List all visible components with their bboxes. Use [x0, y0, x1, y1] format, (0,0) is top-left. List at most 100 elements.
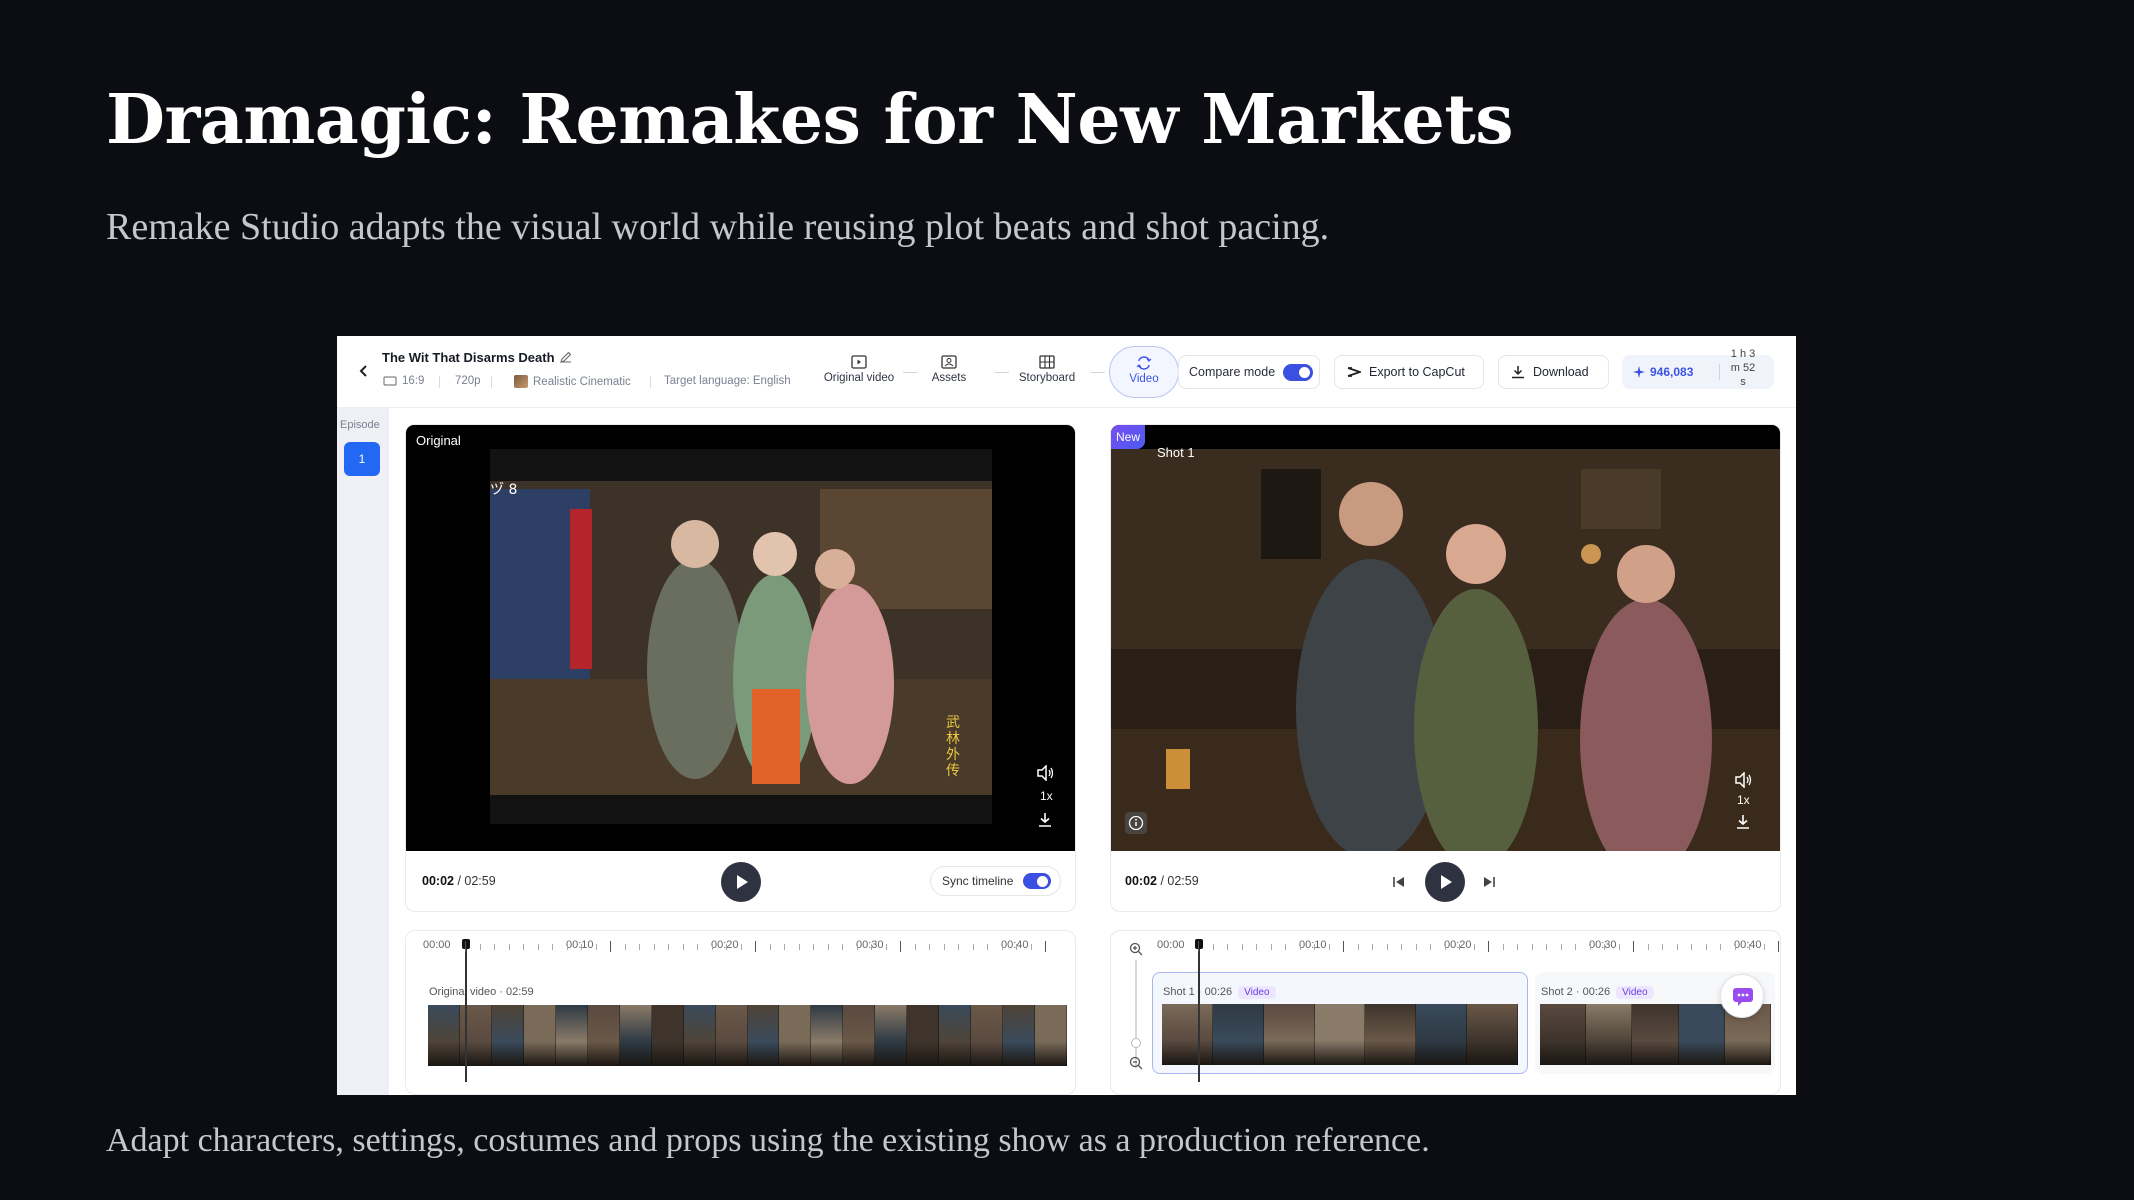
new-video-player[interactable]: New Shot 1 1x [1111, 425, 1780, 851]
divider [650, 376, 651, 388]
new-play-button[interactable] [1425, 862, 1465, 902]
ruler-tick [1488, 941, 1489, 952]
ruler-tick [465, 941, 466, 952]
ruler-tick [1720, 944, 1721, 950]
playhead-handle[interactable] [462, 939, 470, 949]
clip-label: Shot 2 · 00:26 Video [1541, 986, 1654, 999]
compare-mode-toggle[interactable]: Compare mode [1178, 355, 1320, 389]
ruler-tick [1473, 944, 1475, 950]
zoom-in-icon[interactable] [1129, 942, 1143, 956]
playback-speed[interactable]: 1x [1737, 793, 1750, 807]
playback-speed[interactable]: 1x [1040, 789, 1053, 803]
divider [491, 376, 492, 388]
film-frame [875, 1005, 908, 1066]
film-frame [1212, 1004, 1264, 1065]
back-arrow-icon[interactable] [355, 362, 373, 380]
clip-title: Shot 2 · 00:26 [1541, 986, 1611, 998]
playhead-handle[interactable] [1195, 939, 1203, 949]
divider [1719, 364, 1720, 380]
export-capcut-button[interactable]: Export to CapCut [1334, 355, 1484, 389]
film-frame [939, 1005, 972, 1066]
credits-value: 946,083 [1650, 365, 1694, 379]
ruler-tick [1444, 944, 1446, 950]
film-frame [523, 1005, 556, 1066]
credits-badge[interactable]: 946,083 1 h 3 m 52 s [1622, 348, 1774, 389]
ruler-tick [697, 944, 698, 950]
step-storyboard[interactable]: Storyboard [1007, 346, 1087, 398]
skip-previous-icon[interactable] [1392, 875, 1406, 889]
style-thumbnail [514, 375, 528, 388]
ruler-tick [856, 944, 858, 950]
ruler-tick [1546, 944, 1547, 950]
zoom-slider-handle[interactable] [1131, 1038, 1141, 1048]
zoom-slider[interactable] [1135, 960, 1137, 1068]
edit-pencil-icon[interactable] [559, 350, 573, 364]
original-play-button[interactable] [721, 862, 761, 902]
ruler-tick [1227, 944, 1228, 950]
step-assets[interactable]: Assets [913, 346, 985, 398]
sync-timeline-toggle[interactable]: Sync timeline [930, 866, 1061, 896]
volume-icon[interactable] [1036, 765, 1054, 781]
style-preset: Realistic Cinematic [514, 375, 631, 388]
zoom-out-icon[interactable] [1129, 1056, 1143, 1070]
step-original-video[interactable]: Original video [817, 346, 901, 398]
ruler-tick [1386, 944, 1388, 950]
film-frame [1003, 1005, 1036, 1066]
original-playhead[interactable] [465, 942, 467, 1082]
ruler-tick [726, 944, 727, 950]
original-video-player[interactable]: Original ヅ 8 武林外传 1x [406, 425, 1075, 851]
capcut-icon [1347, 367, 1361, 377]
download-icon[interactable] [1037, 812, 1053, 828]
download-icon[interactable] [1735, 814, 1751, 830]
ruler-tick [1256, 944, 1257, 950]
film-frame [1467, 1004, 1518, 1065]
ruler-tick [1328, 944, 1330, 950]
download-button[interactable]: Download [1498, 355, 1609, 389]
ruler-tick [1691, 944, 1692, 950]
chat-button[interactable] [1720, 974, 1764, 1018]
film-frame [779, 1005, 812, 1066]
sparkle-icon [1633, 366, 1645, 378]
target-language: Target language: English [664, 375, 791, 387]
new-playhead[interactable] [1198, 942, 1200, 1082]
video-icon [1136, 356, 1152, 370]
ruler-tick [769, 944, 771, 950]
current-time: 00:02 [1125, 874, 1157, 888]
new-video-frame [1111, 449, 1780, 851]
step-label: Video [1129, 373, 1159, 385]
current-time: 00:02 [422, 874, 454, 888]
ruler-tick [581, 944, 582, 950]
sync-timeline-switch[interactable] [1023, 873, 1051, 889]
film-frame [1263, 1004, 1315, 1065]
shot-1-filmstrip[interactable] [1162, 1004, 1518, 1065]
ruler-tick [798, 944, 800, 950]
compare-mode-switch[interactable] [1283, 364, 1313, 381]
video-badge: Video [1616, 986, 1654, 999]
episode-1-button[interactable]: 1 [344, 442, 380, 476]
download-icon [1512, 366, 1524, 379]
episode-sidebar [337, 408, 389, 1095]
film-frame [843, 1005, 876, 1066]
volume-icon[interactable] [1734, 772, 1752, 788]
film-icon [851, 355, 867, 369]
step-video[interactable]: Video [1109, 346, 1179, 398]
ruler-tick [639, 944, 640, 950]
ruler-tick [1560, 944, 1562, 950]
ruler-tick [842, 944, 843, 950]
clip-label: Shot 1 · 00:26Video [1163, 986, 1276, 999]
film-frame [1314, 1004, 1366, 1065]
film-frame [1365, 1004, 1417, 1065]
ruler-tick [624, 944, 626, 950]
ruler-tick [1270, 944, 1272, 950]
credit-timer: 1 h 3 m 52 s [1722, 347, 1764, 389]
ruler-tick [1241, 944, 1243, 950]
skip-next-icon[interactable] [1482, 875, 1496, 889]
ruler-tick [1001, 944, 1003, 950]
info-icon[interactable] [1125, 812, 1147, 834]
ruler-tick [1357, 944, 1359, 950]
ruler-tick [1734, 944, 1736, 950]
ruler-label: 00:40 [1734, 939, 1762, 951]
ruler-tick [1212, 944, 1214, 950]
aspect-ratio-value: 16:9 [402, 375, 425, 387]
original-filmstrip[interactable] [428, 1005, 1067, 1066]
